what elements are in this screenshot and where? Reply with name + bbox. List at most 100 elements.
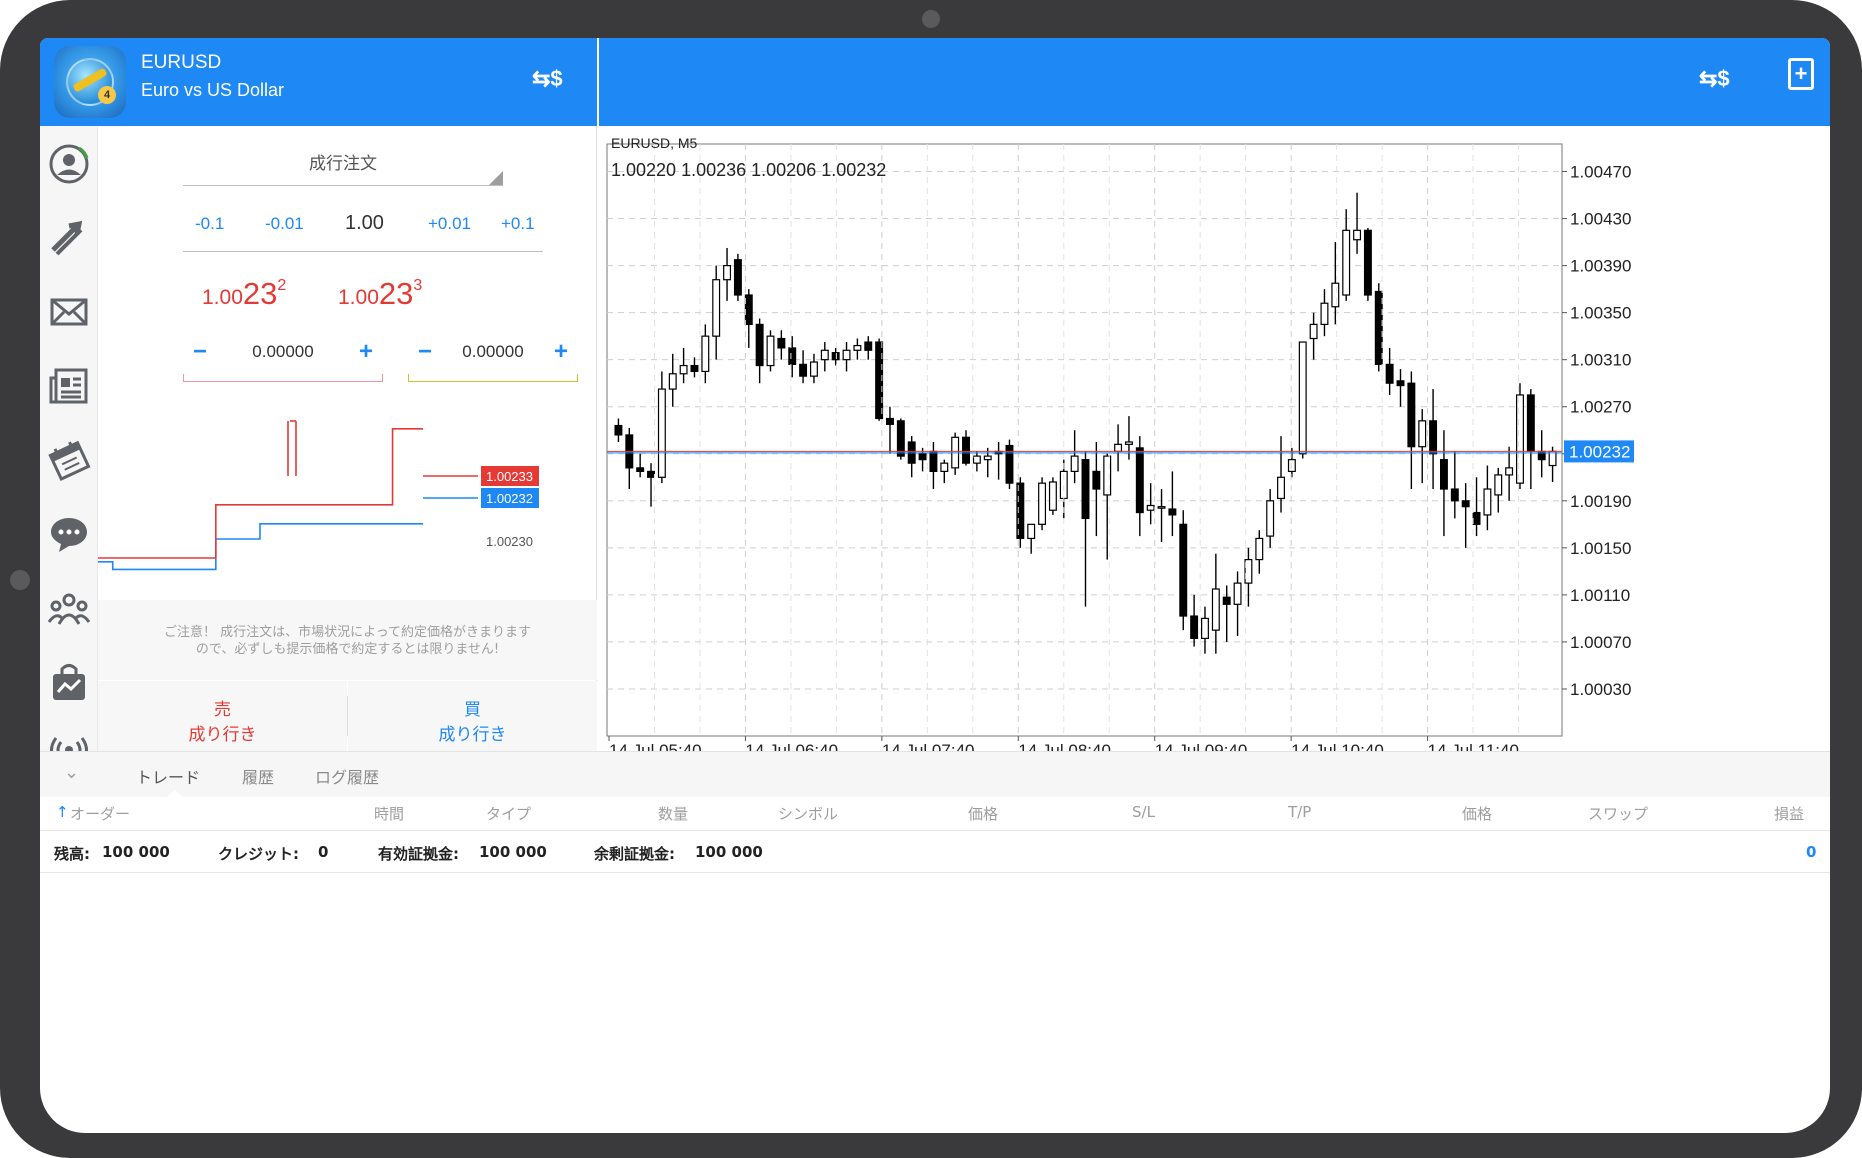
bear-candle-body [918,453,927,461]
sl-plus-button[interactable]: + [359,338,373,366]
tick-level-label: 1.00230 [486,534,533,549]
chart-title: EURUSD, M5 [611,135,698,151]
volume-plus-0.01-button[interactable]: +0.01 [428,214,471,234]
bear-candle-body [1168,508,1177,516]
x-tick-label: 14 Jul 07:40 [882,741,975,751]
sell-button[interactable]: 売 成り行き [98,681,347,751]
market-icon[interactable] [45,658,93,706]
buy-button[interactable]: 買 成り行き [348,681,597,751]
camera [922,10,940,28]
mail-icon[interactable] [45,288,93,336]
sl-value[interactable]: 0.00000 [183,342,383,362]
market-order-note: ご注意！ 成行注文は、市場状況によって約定価格がきまります ので、必ずしも提示価… [98,600,597,680]
community-icon[interactable] [45,584,93,632]
tab-history[interactable]: 履歴 [242,764,274,788]
bear-candle-body [1179,523,1188,617]
free-margin-value: 100 000 [695,843,763,861]
candle [1374,283,1383,372]
bear-candle-body [1407,382,1416,448]
ask-badge-label: 1.00233 [486,469,533,484]
new-document-icon[interactable]: + [1788,58,1814,90]
trade-arrows-icon[interactable] [45,214,93,262]
col-swap[interactable]: スワップ [1588,803,1648,824]
bull-candle-body [1048,481,1057,511]
col-current-price[interactable]: 価格 [1462,803,1492,824]
bull-candle-body [1146,504,1155,511]
x-tick-label: 14 Jul 11:40 [1428,741,1519,751]
bull-candle-body [679,364,688,375]
chat-icon[interactable] [45,510,93,558]
candle [733,253,742,301]
balance-value: 100 000 [102,843,170,861]
volume-row: -0.1 -0.01 1.00 +0.01 +0.1 [183,208,543,252]
volume-minus-0.01-button[interactable]: -0.01 [265,214,304,234]
price-chart[interactable]: 1.00470 1.00430 1.00390 1.00350 1.00310 1.002… [599,126,1830,751]
ohlc-label: 1.00220 1.00236 1.00206 1.00232 [611,160,886,180]
bull-candle-body [657,388,666,478]
sl-underline [183,374,383,382]
bull-candle-body [1353,229,1362,241]
bull-candle-body [701,335,710,373]
y-tick-label: 1.00190 [1570,492,1631,511]
col-tp[interactable]: T/P [1288,803,1311,821]
tp-value[interactable]: 0.00000 [408,342,578,362]
x-tick-label: 14 Jul 10:40 [1291,741,1384,751]
bear-candle-body [755,323,764,367]
bull-candle-body [820,349,829,361]
bear-candle-body [1396,380,1405,387]
col-symbol[interactable]: シンボル [778,803,838,824]
candle [1048,477,1057,515]
tp-underline [408,374,578,382]
col-volume[interactable]: 数量 [658,803,688,824]
app-screen: 4 EURUSD Euro vs US Dollar ⇆$ ⇆$ + 成行注文 … [40,38,1830,1133]
bear-candle-body [733,259,742,296]
bull-candle-body [1070,455,1079,472]
y-tick-label: 1.00070 [1570,633,1631,652]
col-time[interactable]: 時間 [374,803,404,824]
tab-journal[interactable]: ログ履歴 [315,764,379,788]
credit-value: 0 [318,843,329,861]
col-price[interactable]: 価格 [968,803,998,824]
bear-candle-body [1135,447,1144,514]
order-type-select[interactable]: 成行注文 [183,146,503,186]
terminal-tabs: ⌄ トレード 履歴 ログ履歴 [40,751,1830,798]
current-price-label: 1.00232 [1569,442,1630,461]
col-profit[interactable]: 損益 [1774,803,1804,824]
bull-candle-body [1277,476,1285,500]
bear-candle-body [886,417,894,425]
news-icon[interactable] [45,362,93,410]
trade-table-header: ↑ オーダー 時間 タイプ 数量 シンボル 価格 S/L T/P 価格 スワップ… [40,797,1830,831]
calendar-icon[interactable] [45,436,93,484]
chevron-down-icon[interactable]: ⌄ [64,762,79,783]
bear-candle-body [896,420,905,457]
bull-candle-body [1211,588,1220,631]
sort-arrow-icon[interactable]: ↑ [56,803,69,821]
bull-candle-body [1114,443,1123,453]
col-type[interactable]: タイプ [486,803,531,824]
bull-candle-body [809,361,818,377]
y-tick-label: 1.00430 [1570,210,1631,229]
bear-candle-body [1526,394,1535,453]
currency-exchange-icon[interactable]: ⇆$ [532,66,563,92]
bull-candle-body [972,455,981,464]
bear-candle-body [1439,459,1448,490]
order-type-value: 成行注文 [309,154,377,174]
bull-candle-body [766,335,775,367]
col-order[interactable]: オーダー [70,803,130,824]
col-sl[interactable]: S/L [1132,803,1155,821]
bull-candle-body [1233,582,1242,605]
tab-trade[interactable]: トレード [136,764,200,788]
bid-badge-label: 1.00232 [486,491,533,506]
account-icon[interactable] [45,140,93,188]
symbol-name: EURUSD [141,52,222,73]
currency-exchange-icon[interactable]: ⇆$ [1699,66,1730,92]
tp-plus-button[interactable]: + [554,338,568,366]
volume-plus-0.1-button[interactable]: +0.1 [501,214,535,234]
volume-value[interactable]: 1.00 [345,212,384,235]
y-tick-label: 1.00470 [1570,163,1631,182]
bear-candle-body [1472,511,1481,525]
y-tick-label: 1.00030 [1570,680,1631,699]
volume-minus-0.1-button[interactable]: -0.1 [195,214,224,234]
bear-candle-body [647,470,655,478]
bull-candle-body [842,349,851,361]
